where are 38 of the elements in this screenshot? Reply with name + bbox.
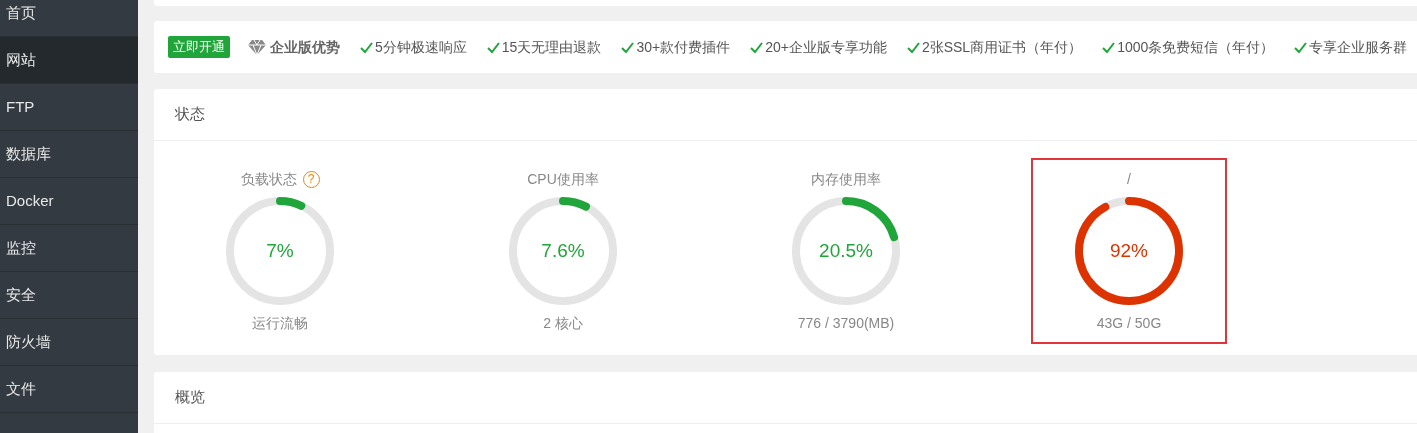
feature-text: 30+款付费插件 [636, 37, 731, 57]
feature-text: 20+企业版专享功能 [765, 37, 887, 57]
gauge-value: 20.5% [819, 238, 873, 263]
feature-text: 15天无理由退款 [501, 37, 602, 57]
gauge-detail: 2 核心 [543, 314, 583, 333]
gauge-detail: 776 / 3790(MB) [797, 314, 895, 333]
check-icon [906, 41, 920, 53]
check-icon [486, 41, 500, 53]
gauge-title: CPU使用率 [527, 169, 599, 189]
gauge-value: 7% [266, 238, 294, 263]
sidebar-item[interactable]: 安全 [0, 272, 138, 319]
feature-text: 1000条免费短信（年付） [1117, 37, 1275, 57]
check-icon [750, 41, 764, 53]
gauge-detail: 运行流畅 [252, 314, 308, 333]
feature-text: 2张SSL商用证书（年付） [921, 37, 1083, 57]
gauge-detail: 43G / 50G [1096, 314, 1162, 333]
card-title: 概览 [175, 387, 205, 408]
gauge-title: 内存使用率 [811, 169, 881, 189]
check-icon [621, 41, 635, 53]
sidebar-item[interactable]: 文件 [0, 366, 138, 413]
card-title: 状态 [175, 104, 205, 125]
check-icon [1102, 41, 1116, 53]
gauge-title: 负载状态 [240, 169, 297, 189]
sidebar-item[interactable]: 数据库 [0, 131, 138, 178]
sidebar-item[interactable]: 网站 [0, 37, 138, 84]
check-icon [1294, 41, 1308, 53]
feature-text: 专享企业服务群 [1309, 37, 1408, 57]
gauge-value: 92% [1110, 238, 1148, 263]
feature-text: 5分钟极速响应 [375, 37, 467, 57]
check-icon [360, 41, 373, 53]
gauge-title: / [1127, 169, 1131, 189]
gauge-value: 7.6% [541, 238, 585, 263]
sidebar-item[interactable]: 防火墙 [0, 319, 138, 366]
sidebar-item[interactable]: 监控 [0, 225, 138, 272]
diamond-icon [248, 39, 266, 55]
banner-title: 企业版优势 [270, 37, 340, 57]
sidebar-item[interactable]: FTP [0, 84, 138, 131]
sidebar-item[interactable]: Docker [0, 178, 138, 225]
